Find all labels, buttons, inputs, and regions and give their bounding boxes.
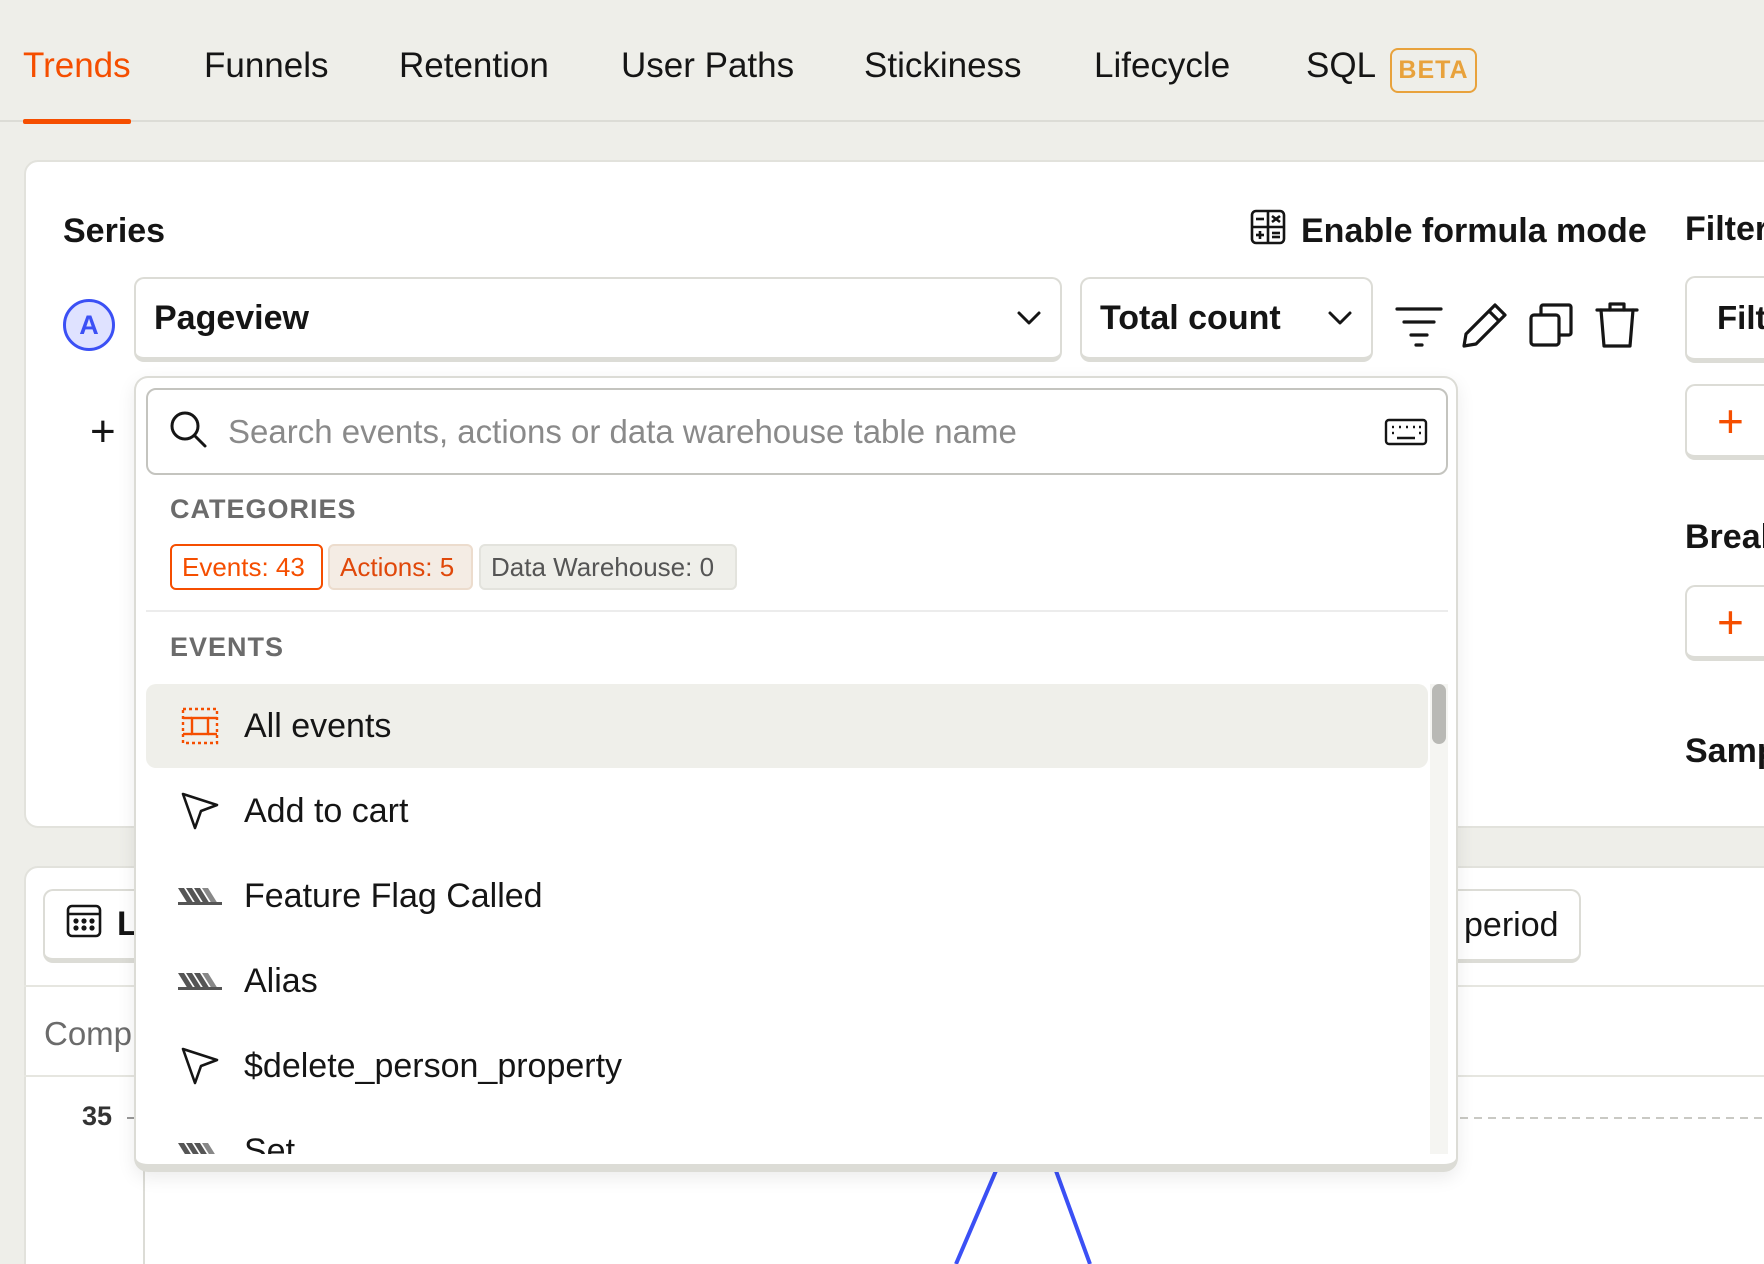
list-item-set[interactable]: Set <box>146 1109 1428 1154</box>
tab-funnels[interactable]: Funnels <box>204 46 329 122</box>
autocapture-icon <box>178 1129 222 1154</box>
trash-icon[interactable] <box>1592 300 1642 350</box>
math-select-value: Total count <box>1100 298 1281 337</box>
category-chip-data-warehouse[interactable]: Data Warehouse: 0 <box>479 544 737 590</box>
filter-icon[interactable] <box>1394 300 1444 350</box>
list-item-delete-person-property[interactable]: $delete_person_property <box>146 1024 1428 1108</box>
formula-mode-button[interactable]: Enable formula mode <box>1249 208 1647 255</box>
plus-icon: + <box>1717 394 1744 447</box>
all-events-icon <box>178 704 222 748</box>
event-label: Set <box>244 1131 296 1155</box>
event-label: Add to cart <box>244 791 409 830</box>
autocapture-icon <box>178 959 222 1003</box>
tab-lifecycle[interactable]: Lifecycle <box>1094 46 1230 122</box>
filter-input[interactable]: Filte <box>1685 276 1764 363</box>
add-series-button[interactable]: + <box>90 410 116 454</box>
cursor-icon <box>178 789 222 833</box>
plus-icon: + <box>1717 595 1744 648</box>
list-item-alias[interactable]: Alias <box>146 939 1428 1023</box>
event-label: Feature Flag Called <box>244 876 543 915</box>
event-list: All events Add to cart Feature Flag Call… <box>146 684 1428 1154</box>
series-heading: Series <box>63 212 166 250</box>
categories-heading: CATEGORIES <box>170 494 357 524</box>
duplicate-icon[interactable] <box>1526 300 1576 350</box>
sampling-heading: Samp <box>1685 732 1764 770</box>
pencil-icon[interactable] <box>1460 300 1510 350</box>
add-breakdown-button[interactable]: + <box>1685 585 1764 661</box>
category-chip-events[interactable]: Events: 43 <box>170 544 323 590</box>
scrollbar-track[interactable] <box>1430 684 1448 1154</box>
event-label: $delete_person_property <box>244 1046 623 1085</box>
search-icon <box>168 409 208 454</box>
calendar-icon <box>65 901 103 948</box>
scrollbar-thumb[interactable] <box>1432 684 1446 744</box>
search-field[interactable] <box>146 388 1448 475</box>
event-label: All events <box>244 706 392 745</box>
list-item-all-events[interactable]: All events <box>146 684 1428 768</box>
keyboard-icon[interactable] <box>1384 416 1428 453</box>
chevron-down-icon <box>1327 310 1353 326</box>
math-select[interactable]: Total count <box>1080 277 1373 362</box>
add-filter-button[interactable]: + <box>1685 384 1764 460</box>
formula-mode-label: Enable formula mode <box>1301 212 1647 250</box>
filter-input-label: Filte <box>1717 299 1764 336</box>
event-select-value: Pageview <box>154 298 309 337</box>
tab-trends[interactable]: Trends <box>23 46 131 124</box>
breakdown-heading: Breal <box>1685 518 1764 556</box>
insight-tabs: Trends Funnels Retention User Paths Stic… <box>0 0 1764 124</box>
filters-heading: Filter <box>1685 210 1764 248</box>
tab-sql[interactable]: SQL <box>1306 46 1376 122</box>
tab-user-paths[interactable]: User Paths <box>621 46 794 122</box>
autocapture-icon <box>178 874 222 918</box>
series-letter-badge: A <box>63 299 115 351</box>
tab-stickiness[interactable]: Stickiness <box>864 46 1022 122</box>
search-input[interactable] <box>228 412 1368 451</box>
chevron-down-icon <box>1016 310 1042 326</box>
tab-retention[interactable]: Retention <box>399 46 549 122</box>
divider <box>146 610 1448 612</box>
beta-badge: BETA <box>1390 48 1477 93</box>
category-chip-actions[interactable]: Actions: 5 <box>328 544 473 590</box>
event-picker-popover: CATEGORIES Events: 43 Actions: 5 Data Wa… <box>134 376 1458 1172</box>
list-item-add-to-cart[interactable]: Add to cart <box>146 769 1428 853</box>
compare-period-button[interactable]: period <box>1440 889 1581 963</box>
list-item-feature-flag-called[interactable]: Feature Flag Called <box>146 854 1428 938</box>
event-select[interactable]: Pageview <box>134 277 1062 362</box>
events-heading: EVENTS <box>170 632 285 662</box>
event-label: Alias <box>244 961 318 1000</box>
compare-period-label: period <box>1464 905 1559 944</box>
compare-label: Comp <box>44 1015 133 1052</box>
cursor-icon <box>178 1044 222 1088</box>
calculator-icon <box>1249 208 1287 255</box>
